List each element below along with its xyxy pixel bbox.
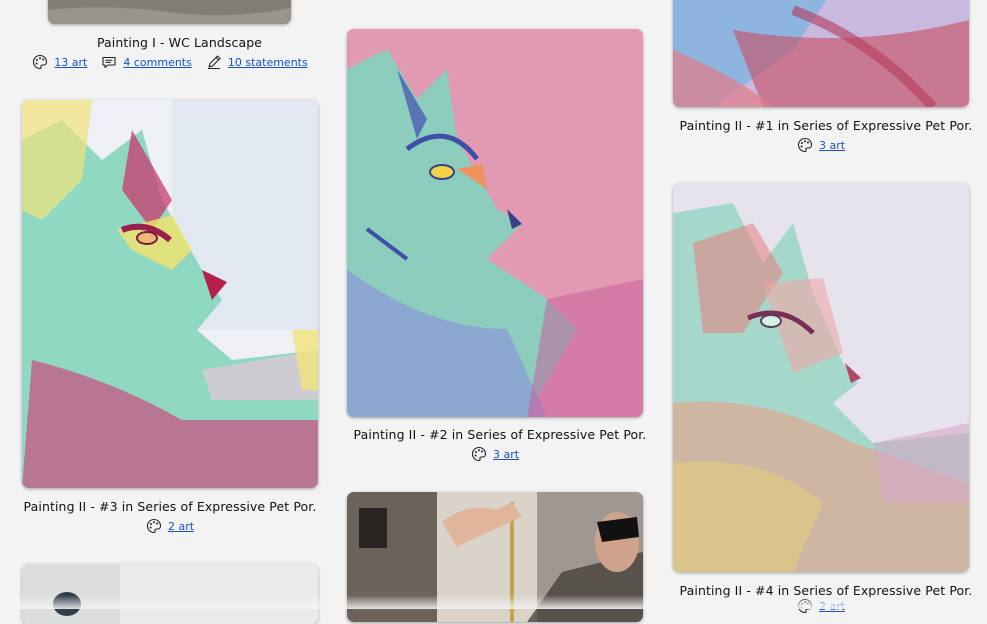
palette-icon (32, 54, 48, 70)
art-count-link[interactable]: 13 art (54, 56, 87, 69)
artwork-title[interactable]: Painting I - WC Landscape (40, 35, 319, 50)
artwork-image-partial[interactable] (22, 564, 318, 624)
artwork-meta: 2 art (22, 518, 318, 534)
artwork-title[interactable]: Painting II - #1 in Series of Expressive… (673, 118, 979, 133)
artwork-title[interactable]: Painting II - #3 in Series of Expressive… (22, 499, 318, 514)
art-count-link[interactable]: 2 art (168, 520, 194, 533)
palette-icon (146, 518, 162, 534)
pencil-icon (206, 54, 222, 70)
artwork-meta: 13 art 4 comments 10 statements (22, 54, 318, 70)
artwork-image-cat-1[interactable] (673, 0, 969, 107)
comments-link[interactable]: 4 comments (123, 56, 192, 69)
artwork-meta: 3 art (673, 137, 969, 153)
artwork-title[interactable]: Painting II - #2 in Series of Expressive… (347, 427, 653, 442)
artwork-image-landscape[interactable] (48, 0, 291, 24)
palette-icon (471, 446, 487, 462)
artwork-meta: 3 art (347, 446, 643, 462)
artwork-image-cat-3[interactable] (22, 100, 318, 488)
statements-link[interactable]: 10 statements (228, 56, 308, 69)
art-count-link[interactable]: 3 art (819, 139, 845, 152)
artwork-image-cat-2[interactable] (347, 29, 643, 417)
scroll-fade (0, 595, 987, 609)
art-count-link[interactable]: 3 art (493, 448, 519, 461)
palette-icon (797, 137, 813, 153)
speech-bubble-icon (101, 54, 117, 70)
artwork-image-cat-4[interactable] (673, 183, 969, 572)
